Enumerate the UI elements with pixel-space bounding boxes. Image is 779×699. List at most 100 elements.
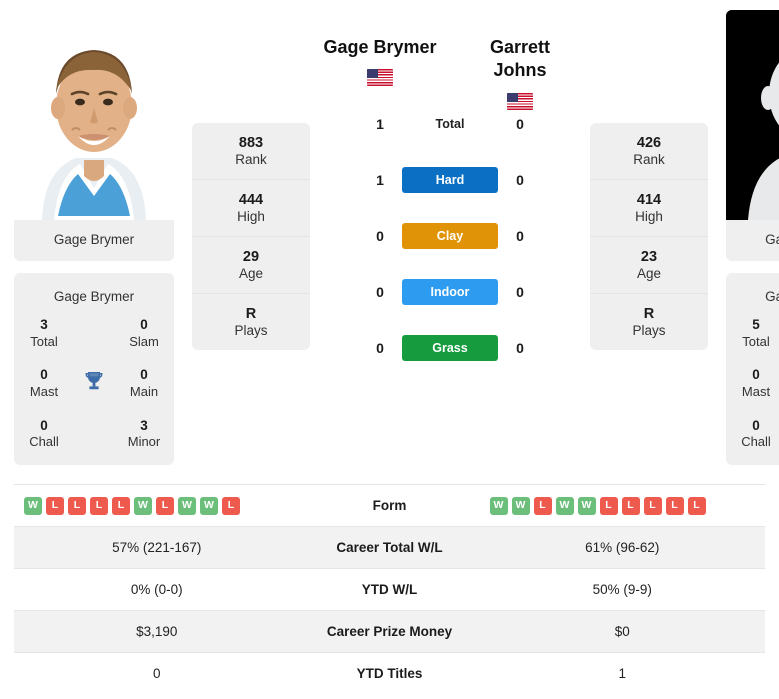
table-row-label-career-total-wl: Career Total W/L bbox=[336, 540, 443, 555]
left-titles-total-label: Total bbox=[30, 333, 58, 349]
left-stat-age-value: 29 bbox=[242, 248, 260, 265]
right-stat-age-label: Age bbox=[636, 265, 662, 281]
left-titles-chall-value: 0 bbox=[40, 417, 48, 433]
left-titles-main: 0 Main bbox=[120, 366, 168, 400]
form-badge-win: W bbox=[511, 496, 530, 515]
h2h-hard-right-score: 0 bbox=[516, 171, 524, 188]
left-titles-minor-label: Minor bbox=[127, 434, 161, 450]
comparison-table: WLLLLWLWWL Form WWLWWLLLLL 57% (221-167)… bbox=[14, 484, 765, 694]
right-titles-mast-value: 0 bbox=[752, 367, 760, 383]
left-stat-high: 444 High bbox=[192, 180, 310, 237]
left-stat-rank: 883 Rank bbox=[192, 123, 310, 180]
table-row-label-career-prize-money: Career Prize Money bbox=[326, 624, 453, 639]
form-badge-loss: L bbox=[687, 496, 706, 515]
h2h-row-clay: 0 Clay 0 bbox=[310, 208, 590, 264]
form-badge-win: W bbox=[489, 496, 508, 515]
left-player-photo-caption: Gage Brymer bbox=[14, 220, 174, 261]
form-badge-loss: L bbox=[533, 496, 552, 515]
left-stat-age: 29 Age bbox=[192, 237, 310, 294]
right-player-photo-caption: Garrett Johns bbox=[726, 220, 779, 261]
left-titles-heading: Gage Brymer bbox=[53, 289, 135, 304]
left-player-name[interactable]: Gage Brymer bbox=[321, 36, 439, 59]
right-stat-high-value: 414 bbox=[636, 191, 662, 208]
table-row-ytd-wl: 0% (0-0) YTD W/L 50% (9-9) bbox=[14, 569, 765, 611]
right-titles-chall-label: Chall bbox=[741, 434, 771, 450]
h2h-grass-left-score: 0 bbox=[376, 339, 384, 356]
right-titles-row-chall-minor: 0 Chall 5 Minor bbox=[732, 417, 779, 451]
right-stat-plays-value: R bbox=[643, 305, 655, 322]
right-stat-age: 23 Age bbox=[590, 237, 708, 294]
left-player-photo-card[interactable]: Gage Brymer bbox=[14, 10, 174, 261]
right-career-prize-money: $0 bbox=[614, 624, 630, 639]
left-titles-chall: 0 Chall bbox=[20, 417, 68, 451]
right-titles-total-value: 5 bbox=[752, 317, 760, 332]
left-titles-total-value: 3 bbox=[40, 317, 48, 332]
right-stat-age-value: 23 bbox=[640, 248, 658, 265]
form-badge-loss: L bbox=[665, 496, 684, 515]
left-titles-row-chall-minor: 0 Chall 3 Minor bbox=[20, 417, 168, 451]
form-badge-win: W bbox=[577, 496, 596, 515]
left-titles-main-value: 0 bbox=[140, 367, 148, 383]
surface-pill-clay[interactable]: Clay bbox=[402, 222, 498, 249]
form-badge-win: W bbox=[134, 496, 152, 515]
right-player-titles-panel: Garrett Johns 5 Total 0 Slam bbox=[726, 273, 779, 466]
right-player-photo-card[interactable]: Garrett Johns bbox=[726, 10, 779, 261]
form-badge-loss: L bbox=[68, 496, 86, 515]
form-badge-win: W bbox=[24, 496, 42, 515]
right-player-name[interactable]: Garrett Johns bbox=[461, 36, 579, 83]
h2h-indoor-pill-wrap: Indoor bbox=[402, 278, 498, 305]
table-row-career-total-wl: 57% (221-167) Career Total W/L 61% (96-6… bbox=[14, 527, 765, 569]
left-ytd-titles: 0 bbox=[152, 666, 161, 681]
table-row-label-ytd-titles: YTD Titles bbox=[356, 666, 423, 681]
left-titles-minor-value: 3 bbox=[140, 417, 148, 433]
right-titles-total: 5 Total bbox=[732, 316, 779, 350]
left-stat-high-label: High bbox=[237, 208, 265, 224]
surface-pill-indoor[interactable]: Indoor bbox=[402, 278, 498, 305]
head-to-head-rows: 1 Total 0 1 Hard 0 0 Clay 0 0 Indoor 0 0… bbox=[310, 96, 590, 376]
left-stat-rank-label: Rank bbox=[235, 151, 267, 167]
form-badge-win: W bbox=[178, 496, 196, 515]
left-career-prize-money: $3,190 bbox=[136, 624, 178, 639]
surface-pill-hard[interactable]: Hard bbox=[402, 166, 498, 193]
left-stat-plays: R Plays bbox=[192, 294, 310, 350]
trophy-icon bbox=[80, 369, 108, 398]
h2h-row-total: 1 Total 0 bbox=[310, 96, 590, 152]
h2h-clay-pill-wrap: Clay bbox=[402, 222, 498, 249]
h2h-hard-pill-wrap: Hard bbox=[402, 166, 498, 193]
left-titles-row-mast-main: 0 Mast 0 Main bbox=[20, 366, 168, 400]
h2h-grass-right-score: 0 bbox=[516, 339, 524, 356]
right-career-total-wl: 61% (96-62) bbox=[585, 540, 660, 555]
left-career-total-wl: 57% (221-167) bbox=[112, 540, 202, 555]
h2h-indoor-left-score: 0 bbox=[376, 283, 384, 300]
table-row-label-form: Form bbox=[372, 498, 407, 513]
left-stat-plays-value: R bbox=[245, 305, 257, 322]
right-ytd-titles: 1 bbox=[618, 666, 626, 681]
right-titles-chall-value: 0 bbox=[752, 417, 760, 433]
trophy-icon-glyph bbox=[85, 372, 103, 390]
surface-pill-grass[interactable]: Grass bbox=[402, 334, 498, 361]
us-flag-icon bbox=[367, 69, 393, 87]
left-titles-chall-label: Chall bbox=[29, 434, 59, 450]
right-stat-high-label: High bbox=[635, 208, 663, 224]
left-titles-main-label: Main bbox=[129, 383, 159, 399]
form-badge-win: W bbox=[555, 496, 574, 515]
left-form-cell: WLLLLWLWWL bbox=[14, 496, 300, 515]
left-stat-age-label: Age bbox=[238, 265, 264, 281]
right-player-photo-column: Garrett Johns Garrett Johns 5 Total 0 Sl… bbox=[726, 10, 779, 466]
right-titles-mast: 0 Mast bbox=[732, 366, 779, 400]
h2h-row-grass: 0 Grass 0 bbox=[310, 320, 590, 376]
right-stat-rank-value: 426 bbox=[636, 134, 662, 151]
right-player-stats-column: 426 Rank 414 High 23 Age R Plays bbox=[590, 123, 708, 350]
h2h-row-hard: 1 Hard 0 bbox=[310, 152, 590, 208]
h2h-indoor-right-score: 0 bbox=[516, 283, 524, 300]
head-to-head-column: Gage Brymer Garrett Johns 1 Total 0 1 Ha… bbox=[310, 10, 590, 376]
left-titles-slam-value: 0 bbox=[140, 317, 148, 332]
h2h-clay-left-score: 0 bbox=[376, 227, 384, 244]
right-titles-row-total-slam: 5 Total 0 Slam bbox=[732, 316, 779, 350]
h2h-grass-pill-wrap: Grass bbox=[402, 334, 498, 361]
comparison-top-section: Gage Brymer Gage Brymer 3 Total 0 Slam 0… bbox=[0, 0, 779, 466]
left-stat-rank-value: 883 bbox=[238, 134, 264, 151]
right-titles-mast-label: Mast bbox=[741, 383, 771, 399]
left-player-photo-column: Gage Brymer Gage Brymer 3 Total 0 Slam 0… bbox=[14, 10, 174, 466]
form-badge-loss: L bbox=[112, 496, 130, 515]
